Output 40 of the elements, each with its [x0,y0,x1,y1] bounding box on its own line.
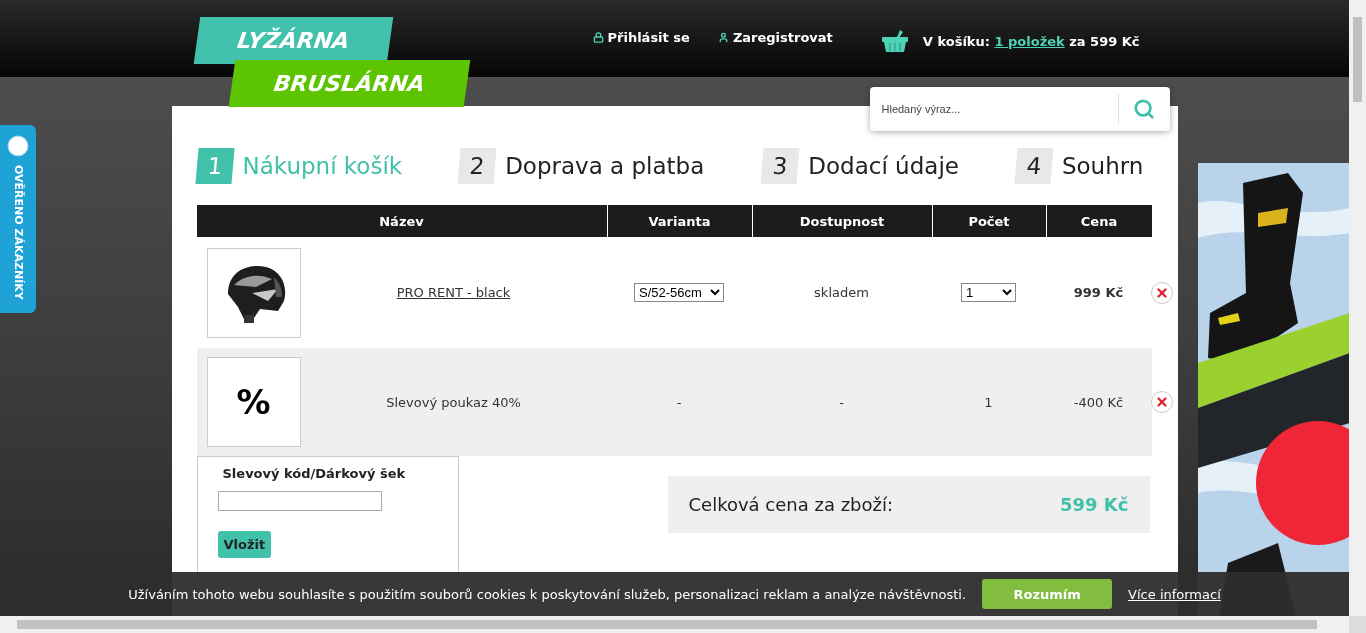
quantity-select[interactable]: 1 [961,283,1016,302]
column-header: Název [378,212,425,231]
product-link[interactable]: PRO RENT - black [300,285,607,300]
basket-icon [880,29,909,53]
search-field[interactable]: Hledaný výraz... [869,87,1170,131]
price-cell-text: 999 Kč [1072,285,1125,300]
price-cell-text: -400 Kč [1072,394,1125,410]
checkout-step[interactable]: 4 Souhrn [1015,148,1144,184]
variant-select[interactable]: S/52-56cm [634,283,724,302]
logo-text: LYŽÁRNA [193,17,393,64]
percent-symbol: % [236,382,271,422]
close-icon [1154,395,1169,409]
search-input[interactable]: Hledaný výraz... [879,93,1118,125]
item-name: Slevový poukaz 40% [385,394,522,410]
lock-icon [592,31,604,43]
checkout-step[interactable]: 2 Doprava a platba [459,148,705,184]
total-label: Celková cena za zboží: [688,494,894,515]
coupon-title: Slevový kód/Dárkový šek [222,466,407,481]
login-link[interactable]: Přihlásit se [592,28,690,46]
cart-items-link[interactable]: 1 položek [994,33,1065,49]
logo-text: BRUSLÁRNA [228,59,470,106]
close-icon [1154,285,1169,300]
cookie-text: Užíváním tohoto webu souhlasíte s použitím souborů cookies k poskytování služeb, personalizaci reklam a analýze návštěvnosti. [128,586,967,602]
apply-button[interactable]: Vložit [217,531,272,558]
badge-icon [7,135,29,157]
table-cell-text: - [838,394,845,410]
search-icon [1133,98,1155,120]
remove-button[interactable] [1150,281,1173,304]
total-value: 599 Kč [1060,494,1129,515]
user-icon [717,31,729,43]
remove-button[interactable] [1150,391,1173,413]
table-cell-text: - [675,394,683,410]
more-info-link[interactable]: Více informací [1128,586,1221,602]
cart-summary: V košíku: 1 položek za 599 Kč [922,33,1140,49]
table-cell-text: skladem [813,285,870,300]
register-link[interactable]: Zaregistrovat [717,28,833,46]
coupon-input[interactable] [217,491,382,511]
table-cell-text: 1 [983,394,994,410]
scrollbar-corner [1349,616,1366,633]
checkout-step[interactable]: 3 Dodací údaje [762,148,959,184]
